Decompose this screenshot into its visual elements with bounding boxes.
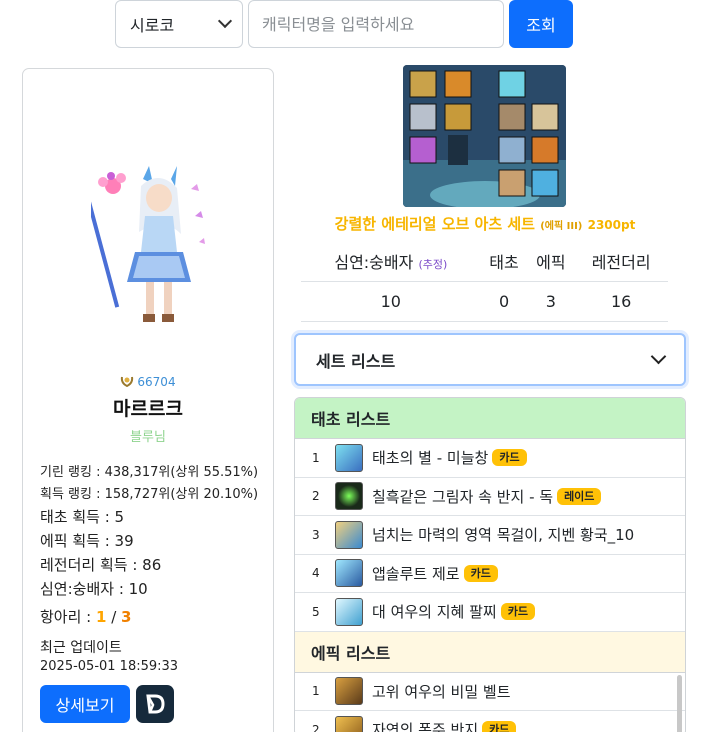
set-title: 강렬한 에테리얼 오브 아츠 세트 (에픽 III) 2300pt <box>300 213 670 234</box>
count-value-simyeon: 10 <box>301 281 481 322</box>
guild-number: 66704 <box>137 375 176 389</box>
item-badge: 카드 <box>463 564 498 582</box>
chevron-down-icon <box>650 348 667 365</box>
item-badge: 카드 <box>500 603 535 621</box>
set-grade: (에픽 III) <box>540 221 583 232</box>
list-item[interactable]: 3 넘치는 마력의 영역 목걸이, 지벤 황국_10 <box>295 516 685 555</box>
adventure-name: 블루님 <box>130 430 166 445</box>
count-value-epic: 3 <box>527 281 575 322</box>
item-badge: 카드 <box>492 449 527 467</box>
epic-list-header[interactable]: 에픽 리스트 <box>295 631 685 673</box>
list-item[interactable]: 1 고위 여우의 비밀 벨트 <box>295 673 685 711</box>
item-icon <box>335 482 363 511</box>
taecho-list-header[interactable]: 태초 리스트 <box>295 398 685 439</box>
server-select[interactable]: 시로코 <box>115 0 243 48</box>
search-button[interactable]: 조회 <box>509 0 573 48</box>
count-header-taecho: 태초 <box>480 242 528 282</box>
count-table: 심연:숭배자 (추정) 태초 에픽 레전더리 10 0 3 16 <box>301 242 668 322</box>
simyeon-count: 심연:숭배자 : 10 <box>40 580 148 598</box>
jar-separator: / <box>106 608 122 626</box>
count-value-taecho: 0 <box>480 281 528 322</box>
character-name: 마르르크 <box>113 398 183 420</box>
jar-label: 항아리 : <box>40 608 96 626</box>
item-name: 자연의 폭주 반지 <box>372 721 479 732</box>
legendary-count: 레전더리 획득 : 86 <box>40 556 162 574</box>
set-list-dropdown-label: 세트 리스트 <box>316 351 396 371</box>
list-item[interactable]: 1 태초의 별 - 미늘창 카드 <box>295 439 685 478</box>
set-list-dropdown[interactable]: 세트 리스트 <box>294 333 686 386</box>
set-points: 2300pt <box>587 218 636 232</box>
taecho-count: 태초 획득 : 5 <box>40 508 125 526</box>
list-item[interactable]: 4 앱솔루트 제로 카드 <box>295 555 685 593</box>
update-label: 최근 업데이트 <box>40 640 122 656</box>
character-avatar <box>91 166 205 322</box>
detail-button[interactable]: 상세보기 <box>40 685 130 723</box>
jar-line: 항아리 : 1 / 3 <box>40 606 131 627</box>
item-name: 태초의 별 - 미늘창 <box>372 449 489 468</box>
set-name: 강렬한 에테리얼 오브 아츠 세트 <box>334 215 535 233</box>
jar-value-b: 3 <box>121 608 132 626</box>
item-icon <box>335 443 363 472</box>
epic-count: 에픽 획득 : 39 <box>40 532 134 550</box>
acquire-ranking: 획득 랭킹 : 158,727위(상위 20.10%) <box>40 487 259 502</box>
item-name: 대 여우의 지혜 팔찌 <box>372 603 497 622</box>
item-icon <box>335 559 363 588</box>
item-icon <box>335 597 363 626</box>
list-item[interactable]: 5 대 여우의 지혜 팔찌 카드 <box>295 593 685 632</box>
list-scrollbar[interactable] <box>677 675 682 732</box>
item-name: 앱솔루트 제로 <box>372 564 460 583</box>
count-header-epic: 에픽 <box>527 242 575 282</box>
character-name-input[interactable] <box>248 0 504 48</box>
count-value-legendary: 16 <box>574 281 668 322</box>
character-card: 66704 마르르크 블루님 기린 랭킹 : 438,317위(상위 55.51… <box>22 68 274 732</box>
server-select-value: 시로코 <box>130 16 175 35</box>
item-name: 넘치는 마력의 영역 목걸이, 지벤 황국_10 <box>372 526 635 545</box>
dundam-logo-icon <box>146 694 165 714</box>
jar-value-a: 1 <box>96 608 107 626</box>
item-icon <box>335 520 363 549</box>
list-item[interactable]: 2 칠흑같은 그림자 속 반지 - 독 레이드 <box>295 478 685 516</box>
list-item[interactable]: 2 자연의 폭주 반지 카드 <box>295 711 685 732</box>
chevron-down-icon <box>217 13 233 29</box>
estimate-label: (추정) <box>418 258 448 272</box>
laurel-icon <box>121 376 134 387</box>
count-header-simyeon: 심연:숭배자 (추정) <box>301 242 481 282</box>
item-badge: 카드 <box>482 721 517 732</box>
item-icon <box>335 677 363 706</box>
guild-line: 66704 <box>23 375 273 389</box>
item-icon <box>335 715 363 732</box>
count-header-legendary: 레전더리 <box>574 242 668 282</box>
item-list-panel[interactable]: 태초 리스트 1 태초의 별 - 미늘창 카드 2 칠흑같은 그림자 속 반지 … <box>294 397 686 732</box>
giran-ranking: 기린 랭킹 : 438,317위(상위 55.51%) <box>40 465 259 480</box>
update-time: 2025-05-01 18:59:33 <box>40 659 179 674</box>
set-equipment-image <box>403 65 566 207</box>
item-badge: 레이드 <box>557 487 602 505</box>
dundam-link-button[interactable] <box>136 685 174 723</box>
item-name: 고위 여우의 비밀 벨트 <box>372 682 511 701</box>
item-name: 칠흑같은 그림자 속 반지 - 독 <box>372 487 554 506</box>
